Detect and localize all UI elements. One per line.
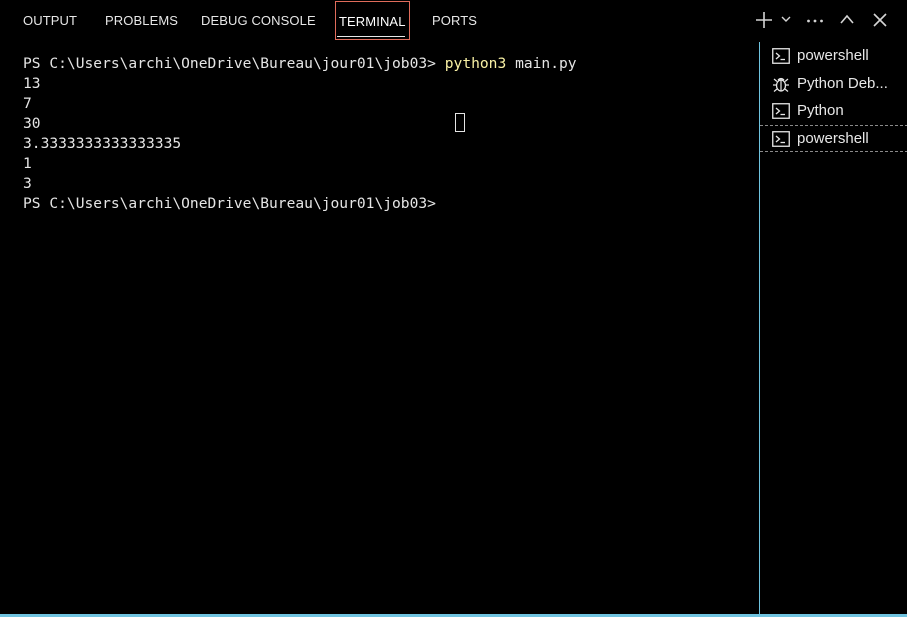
- output-line: 30: [23, 115, 41, 132]
- terminal-list-label: Python Deb...: [797, 75, 888, 92]
- terminal-list-label: powershell: [797, 130, 869, 147]
- output-line: 1: [23, 155, 32, 172]
- terminal-final-prompt: PS C:\Users\archi\OneDrive\Bureau\jour01…: [23, 195, 436, 212]
- terminal-icon: [772, 103, 790, 119]
- debug-icon: [773, 77, 789, 92]
- output-line: 3.3333333333333335: [23, 135, 182, 152]
- tab-problems[interactable]: PROBLEMS: [105, 13, 178, 28]
- new-terminal-button[interactable]: [754, 10, 774, 35]
- chevron-down-icon: [781, 16, 791, 22]
- terminal-list-label: powershell: [797, 47, 869, 64]
- command-executable: python3: [444, 55, 507, 72]
- maximize-panel-button[interactable]: [838, 11, 856, 34]
- terminal-list-item-python-debug[interactable]: Python Deb...: [760, 71, 907, 98]
- tab-terminal[interactable]: TERMINAL: [335, 1, 410, 40]
- terminal-list-item-python[interactable]: Python: [760, 98, 907, 125]
- command-arguments: main.py: [515, 55, 577, 72]
- terminal-icon: [772, 131, 790, 147]
- terminal-command-line: PS C:\Users\archi\OneDrive\Bureau\jour01…: [23, 54, 753, 74]
- output-line: 3: [23, 175, 32, 192]
- chevron-up-icon: [840, 14, 854, 24]
- more-actions-button[interactable]: [805, 11, 825, 36]
- tab-output[interactable]: OUTPUT: [23, 13, 77, 28]
- terminal-cursor: [455, 113, 465, 132]
- terminal-list-item-powershell-active[interactable]: powershell: [760, 125, 907, 152]
- output-line: 7: [23, 95, 32, 112]
- tab-debug-console[interactable]: DEBUG CONSOLE: [201, 13, 316, 28]
- output-line: 13: [23, 75, 41, 92]
- panel-tab-bar: OUTPUT PROBLEMS DEBUG CONSOLE TERMINAL P…: [0, 0, 907, 42]
- terminal-list-sidebar: powershell Python Deb... Python powershe…: [759, 42, 907, 617]
- terminal-list-item-powershell[interactable]: powershell: [760, 43, 907, 70]
- close-panel-button[interactable]: [871, 11, 889, 34]
- terminal-icon: [772, 48, 790, 64]
- terminal-panel: OUTPUT PROBLEMS DEBUG CONSOLE TERMINAL P…: [0, 0, 907, 617]
- terminal-output[interactable]: PS C:\Users\archi\OneDrive\Bureau\jour01…: [23, 54, 753, 609]
- tab-ports[interactable]: PORTS: [432, 13, 477, 28]
- ellipsis-icon: [807, 19, 823, 23]
- launch-profile-dropdown[interactable]: [779, 12, 793, 31]
- terminal-list-label: Python: [797, 102, 844, 119]
- plus-icon: [756, 12, 772, 28]
- close-icon: [873, 13, 887, 27]
- active-tab-indicator: [337, 36, 405, 37]
- terminal-prompt: PS C:\Users\archi\OneDrive\Bureau\jour01…: [23, 55, 436, 72]
